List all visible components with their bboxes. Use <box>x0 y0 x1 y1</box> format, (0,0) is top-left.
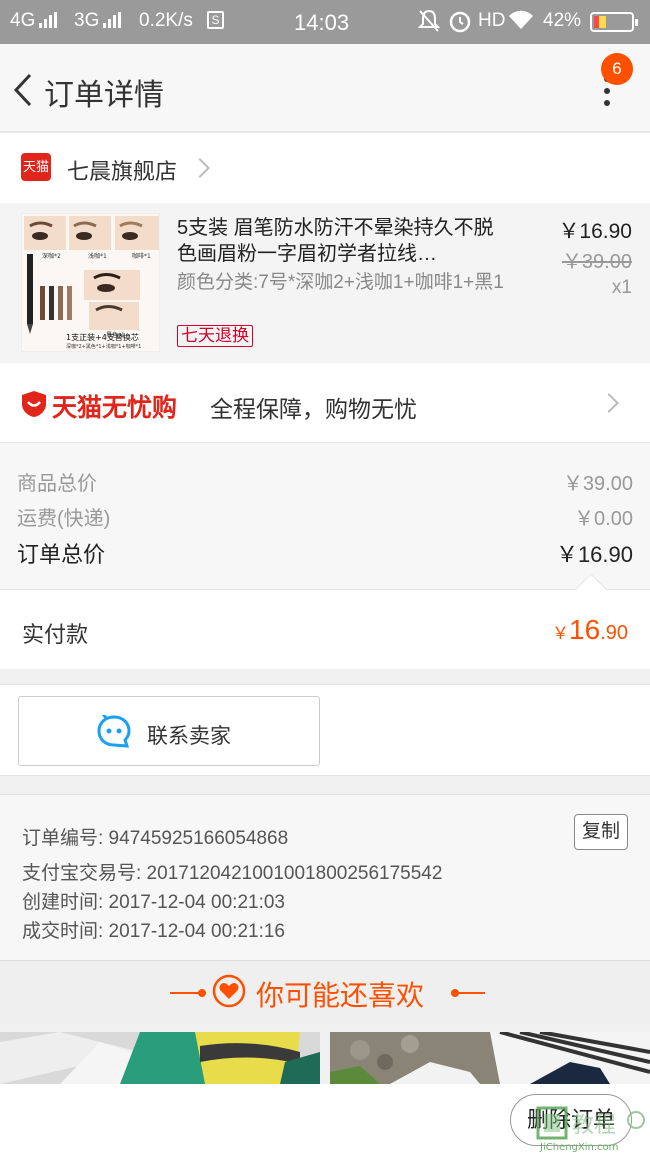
recommend-header: 你可能还喜欢 <box>0 960 650 1024</box>
actual-payment-value: ￥16.90 <box>552 614 628 646</box>
thumb-label-1: 深咖*2 <box>42 252 61 260</box>
product-original-price: ￥39.00 <box>561 251 632 273</box>
heart-icon <box>212 974 246 1008</box>
product-item[interactable]: 深咖*2 浅咖*1 咖啡*1 黑色*1 1支正装+4支替换芯 深咖*2+黑色*1… <box>0 203 650 363</box>
chat-bubble-icon <box>97 715 131 748</box>
chevron-right-icon <box>599 393 619 413</box>
page-title: 订单详情 <box>44 79 164 112</box>
mute-bell-icon <box>417 9 441 39</box>
thumb-label-3: 咖啡*1 <box>132 252 151 260</box>
payment-integer: 16 <box>569 614 601 645</box>
actual-payment-row: 实付款 ￥16.90 <box>0 573 650 669</box>
divider-line <box>170 992 200 994</box>
network-3g: 3G <box>74 10 125 32</box>
created-time: 创建时间: 2017-12-04 00:21:03 <box>22 892 285 913</box>
thumb-label-2: 浅咖*1 <box>88 252 107 260</box>
price-summary: 商品总价 ￥39.00 运费(快递) ￥0.00 订单总价 ￥16.90 <box>0 443 650 589</box>
battery-percent: 42% <box>543 10 582 31</box>
product-quantity: x1 <box>611 277 632 298</box>
signal-icon <box>103 12 125 28</box>
order-total-row: 订单总价 ￥16.90 <box>17 537 633 567</box>
shipping-row: 运费(快递) ￥0.00 <box>17 502 633 532</box>
recommend-title: 你可能还喜欢 <box>256 980 425 1011</box>
goods-total-label: 商品总价 <box>17 473 97 495</box>
product-thumbnail[interactable]: 深咖*2 浅咖*1 咖啡*1 黑色*1 1支正装+4支替换芯 深咖*2+黑色*1… <box>21 213 160 352</box>
shop-name[interactable]: 七晨旗舰店 <box>67 154 177 186</box>
guarantee-brand: 天猫无忧购 <box>52 394 178 422</box>
chevron-right-icon <box>190 158 210 178</box>
wifi-icon <box>508 9 534 37</box>
goods-total-row: 商品总价 ￥39.00 <box>17 467 633 497</box>
recommend-product-2[interactable] <box>330 1032 650 1084</box>
seven-day-return-tag: 七天退换 <box>177 325 253 347</box>
recommend-image-1 <box>0 1032 320 1084</box>
copy-button[interactable]: 复制 <box>574 814 628 850</box>
shipping-label: 运费(快递) <box>17 508 111 530</box>
thumb-sub: 深咖*2+黑色*1+浅咖*1+咖啡*1 <box>66 343 141 350</box>
completed-time: 成交时间: 2017-12-04 00:21:16 <box>22 921 285 942</box>
actual-payment-label: 实付款 <box>22 622 89 647</box>
hd-indicator: HD <box>478 10 506 31</box>
payment-decimal: .90 <box>600 622 628 644</box>
back-arrow-icon[interactable] <box>12 72 34 108</box>
eyebrow-pencil-image: 深咖*2 浅咖*1 咖啡*1 黑色*1 1支正装+4支替换芯 深咖*2+黑色*1… <box>22 214 159 351</box>
divider-dot <box>198 989 206 997</box>
contact-seller-label: 联系卖家 <box>147 725 231 748</box>
tmall-guarantee-row[interactable]: 天猫无忧购 全程保障，购物无忧 <box>0 363 650 443</box>
network-speed: 0.2K/s <box>139 10 193 31</box>
shield-icon <box>22 391 46 417</box>
status-bar: 4G 3G 0.2K/s S 14:03 HD 42% <box>0 0 650 44</box>
watermark-text: JiChengXin.com <box>540 1142 619 1153</box>
product-title[interactable]: 5支装 眉笔防水防汗不晕染持久不脱色画眉粉一字眉初学者拉线… <box>177 215 507 267</box>
recommend-product-1[interactable] <box>0 1032 320 1084</box>
order-info: 订单编号: 94745925166054868 复制 支付宝交易号: 20171… <box>0 794 650 960</box>
shipping-value: ￥0.00 <box>574 508 633 530</box>
guarantee-text: 全程保障，购物无忧 <box>210 396 417 422</box>
contact-seller-button[interactable]: 联系卖家 <box>18 696 320 766</box>
divider-line <box>455 992 485 994</box>
shop-row[interactable]: 天猫 七晨旗舰店 <box>0 133 650 203</box>
order-number: 订单编号: 94745925166054868 <box>22 828 289 849</box>
goods-total-value: ￥39.00 <box>562 473 633 495</box>
nav-bar: 订单详情 6 <box>0 44 650 132</box>
battery-icon <box>590 12 638 32</box>
svg-text:教程: 教程 <box>572 1113 616 1138</box>
recommend-image-2 <box>330 1032 650 1084</box>
alipay-trade-number: 支付宝交易号: 2017120421001001800256175542 <box>22 863 443 884</box>
sim-icon: S <box>207 11 224 29</box>
payment-currency: ￥ <box>552 624 570 643</box>
network-4g: 4G <box>10 10 61 32</box>
contact-section: 联系卖家 <box>0 684 650 776</box>
clock: 14:03 <box>294 10 350 35</box>
tmall-logo-icon: 天猫 <box>21 153 51 181</box>
thumb-caption: 1支正装+4支替换芯 <box>66 332 139 342</box>
product-price: ￥16.90 <box>558 220 632 243</box>
order-total-value: ￥16.90 <box>555 542 633 567</box>
message-count-badge[interactable]: 6 <box>601 53 633 85</box>
signal-icon <box>39 12 61 28</box>
alarm-icon <box>448 9 472 39</box>
product-sku: 颜色分类:7号*深咖2+浅咖1+咖啡1+黑1 <box>177 272 504 293</box>
order-total-label: 订单总价 <box>17 542 106 567</box>
